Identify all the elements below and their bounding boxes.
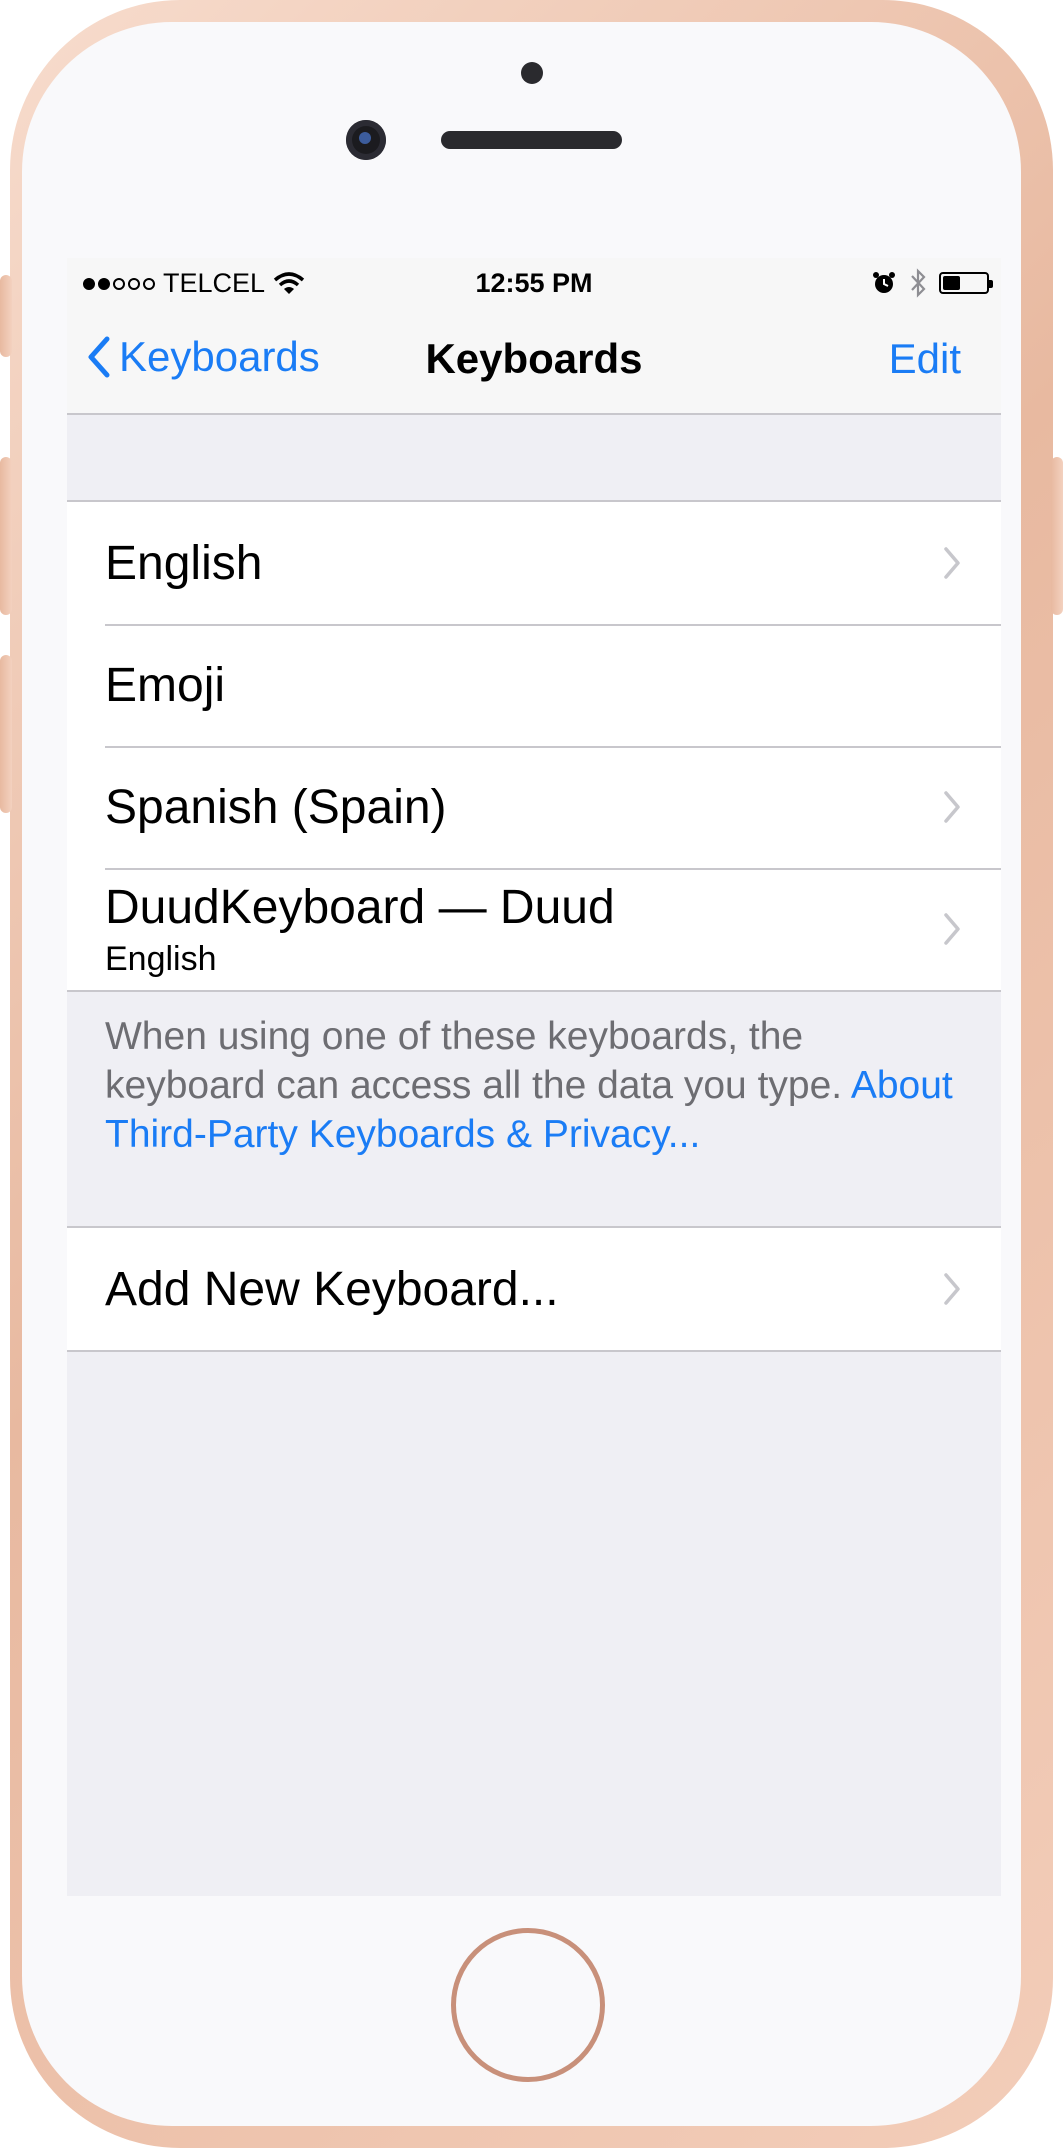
chevron-right-icon: [944, 547, 960, 579]
keyboard-row-label: Spanish (Spain): [105, 781, 447, 834]
keyboard-row-subtitle: English: [105, 940, 217, 978]
keyboards-list: English Emoji Spanish (Spain) DuudKeyboa…: [67, 500, 1001, 992]
keyboard-row-label: Emoji: [105, 659, 226, 712]
power-button: [1051, 457, 1063, 615]
mute-switch: [0, 275, 12, 357]
chevron-right-icon: [944, 791, 960, 823]
battery-level: [943, 276, 960, 290]
status-right: [871, 268, 993, 298]
add-keyboard-section: Add New Keyboard...: [67, 1226, 1001, 1352]
keyboard-row-label: DuudKeyboard — Duud: [105, 881, 615, 934]
chevron-right-icon: [944, 1273, 960, 1305]
keyboard-row-english[interactable]: English: [67, 502, 1001, 624]
status-bar: TELCEL 12:55 PM: [67, 258, 1001, 311]
chevron-right-icon: [944, 913, 960, 945]
bluetooth-icon: [911, 268, 926, 298]
add-new-keyboard-label: Add New Keyboard...: [105, 1263, 559, 1316]
proximity-sensor: [521, 62, 543, 84]
keyboard-row-label: English: [105, 537, 263, 590]
add-new-keyboard-row[interactable]: Add New Keyboard...: [67, 1228, 1001, 1350]
edit-button[interactable]: Edit: [889, 335, 961, 383]
front-camera: [346, 120, 386, 160]
volume-up-button: [0, 457, 12, 615]
navigation-bar: Keyboards Keyboards Edit: [67, 311, 1001, 415]
volume-down-button: [0, 655, 12, 813]
page-title: Keyboards: [425, 335, 643, 382]
privacy-note: When using one of these keyboards, the k…: [105, 1015, 843, 1107]
earpiece-speaker: [441, 131, 622, 149]
screen: TELCEL 12:55 PM Keyboards Keyboards Edit…: [67, 258, 1001, 1896]
keyboard-row-spanish[interactable]: Spanish (Spain): [67, 746, 1001, 868]
status-time: 12:55 PM: [475, 268, 593, 298]
keyboard-row-duudkeyboard[interactable]: DuudKeyboard — Duud English: [67, 868, 1001, 990]
alarm-icon: [873, 272, 895, 293]
keyboard-row-emoji[interactable]: Emoji: [67, 624, 1001, 746]
home-button[interactable]: [451, 1928, 605, 2082]
privacy-footer: When using one of these keyboards, the k…: [105, 1012, 965, 1159]
battery-icon: [939, 272, 993, 294]
